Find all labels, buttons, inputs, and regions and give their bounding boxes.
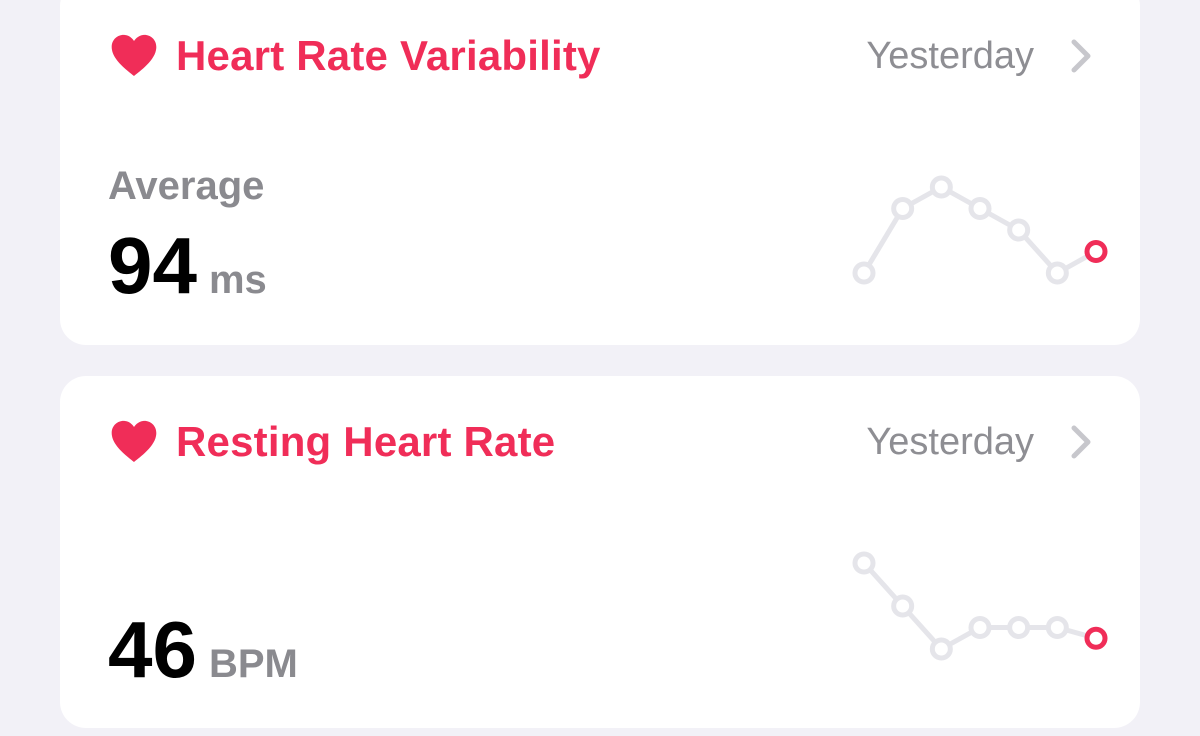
heart-rate-variability-card[interactable]: Heart Rate Variability Yesterday Average… bbox=[60, 0, 1140, 345]
metric-value: 46 bbox=[108, 605, 197, 694]
date-group[interactable]: Yesterday bbox=[866, 421, 1092, 464]
sparkline-point bbox=[852, 551, 876, 575]
sparkline-point bbox=[1045, 616, 1069, 639]
sparkline-point bbox=[929, 637, 953, 661]
resting-heart-rate-card[interactable]: Resting Heart Rate Yesterday 46 BPM bbox=[60, 376, 1140, 728]
value-row: 94 ms bbox=[108, 226, 267, 306]
title-group: Heart Rate Variability bbox=[110, 32, 601, 80]
title-group: Resting Heart Rate bbox=[110, 418, 555, 466]
sparkline-point bbox=[1007, 616, 1031, 639]
trend-sparkline bbox=[852, 175, 1108, 285]
sparkline-point bbox=[1007, 218, 1031, 242]
summary-label: Average bbox=[108, 164, 265, 208]
sparkline-latest-point bbox=[1084, 626, 1108, 650]
sparkline-point bbox=[968, 616, 992, 639]
metric-unit: BPM bbox=[208, 642, 298, 686]
card-title: Resting Heart Rate bbox=[176, 418, 556, 465]
metric-unit: ms bbox=[208, 258, 267, 302]
date-label: Yesterday bbox=[866, 34, 1034, 77]
chevron-right-icon[interactable] bbox=[1070, 424, 1092, 460]
sparkline-point bbox=[968, 197, 992, 220]
sparkline-point bbox=[929, 175, 953, 199]
trend-sparkline bbox=[852, 551, 1108, 661]
sparkline-point bbox=[852, 261, 876, 285]
sparkline-point bbox=[1045, 261, 1069, 285]
sparkline-latest-point bbox=[1084, 240, 1108, 263]
sparkline-point bbox=[891, 594, 915, 618]
metric-value: 94 bbox=[108, 221, 197, 310]
heart-icon bbox=[110, 420, 158, 464]
card-title: Heart Rate Variability bbox=[176, 32, 601, 79]
value-row: 46 BPM bbox=[108, 610, 298, 690]
date-group[interactable]: Yesterday bbox=[866, 35, 1092, 78]
heart-icon bbox=[110, 34, 158, 78]
card-header: Resting Heart Rate Yesterday bbox=[110, 414, 1092, 470]
date-label: Yesterday bbox=[866, 420, 1034, 463]
chevron-right-icon[interactable] bbox=[1070, 38, 1092, 74]
sparkline-point bbox=[891, 197, 915, 220]
card-header: Heart Rate Variability Yesterday bbox=[110, 28, 1092, 84]
